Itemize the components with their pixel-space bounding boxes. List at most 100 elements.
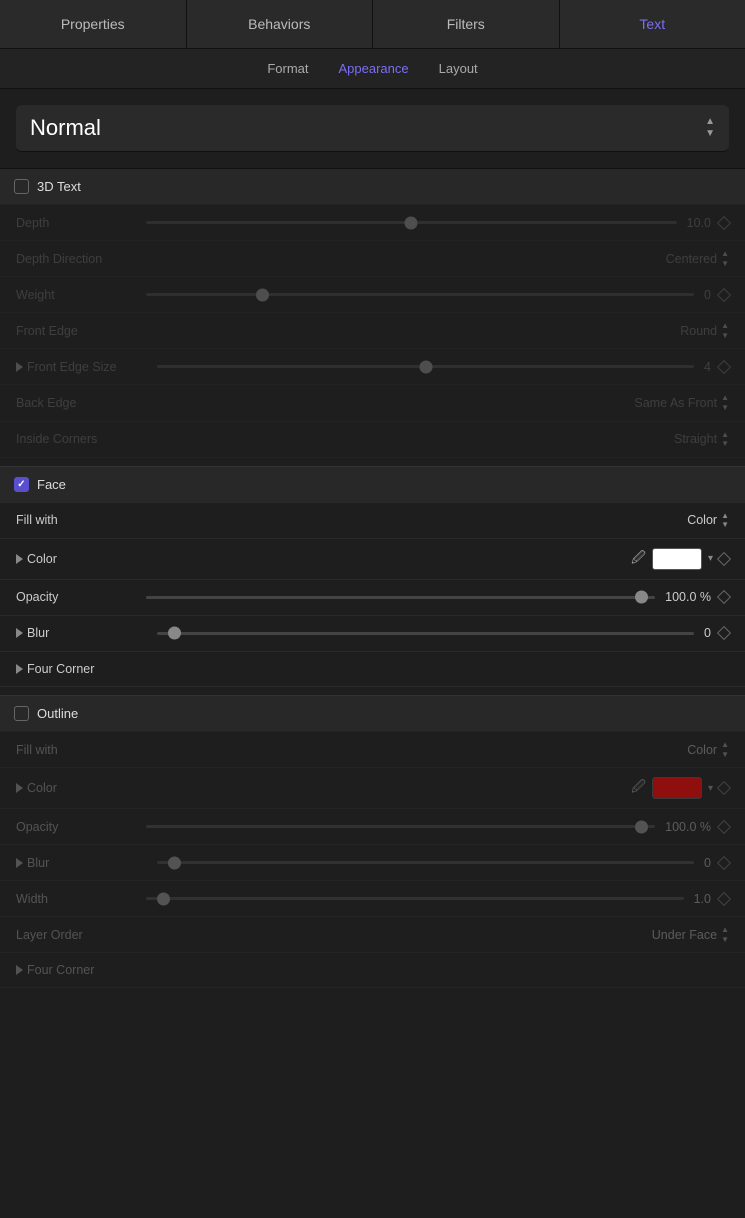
section-3d-text-props: Depth 10.0 Depth Direction Centered ▲▼ W…	[0, 204, 745, 458]
weight-slider[interactable]	[146, 293, 694, 296]
outline-blur-keyframe[interactable]	[717, 856, 731, 870]
prop-depth-label: Depth	[16, 216, 136, 230]
section-outline-props: Fill with Color ▲▼ Color 🖉 ▾ Opacity 100…	[0, 731, 745, 988]
face-color-dropper-icon[interactable]: 🖉	[631, 547, 646, 571]
depth-thumb	[405, 216, 418, 229]
prop-outline-width-label: Width	[16, 892, 136, 906]
prop-outline-lo-value: Under Face ▲▼	[652, 925, 729, 944]
style-dropdown-value: Normal	[30, 115, 101, 141]
prop-face-color-label: Color	[27, 552, 147, 566]
outline-color-dropper-icon[interactable]: 🖉	[631, 776, 646, 800]
depth-keyframe[interactable]	[717, 215, 731, 229]
dd-stepper[interactable]: ▲▼	[721, 249, 729, 268]
tab-filters[interactable]: Filters	[373, 0, 560, 48]
weight-thumb	[256, 288, 269, 301]
checkbox-3d-text[interactable]	[14, 179, 29, 194]
style-dropdown[interactable]: Normal ▲ ▼	[16, 105, 729, 152]
ic-stepper[interactable]: ▲▼	[721, 430, 729, 449]
face-opacity-keyframe[interactable]	[717, 590, 731, 604]
expand-icon-outline-blur	[16, 858, 23, 868]
prop-face-opacity-label: Opacity	[16, 590, 136, 604]
face-fill-stepper[interactable]: ▲▼	[721, 511, 729, 530]
prop-outline-color: Color 🖉 ▾	[0, 767, 745, 808]
outline-color-chevron-icon[interactable]: ▾	[708, 783, 713, 794]
prop-front-edge-size: Front Edge Size 4	[0, 348, 745, 384]
face-opacity-thumb	[635, 591, 648, 604]
prop-outline-opacity-label: Opacity	[16, 820, 136, 834]
expand-icon-face-blur	[16, 628, 23, 638]
tab-behaviors[interactable]: Behaviors	[187, 0, 374, 48]
section-face-props: Fill with Color ▲▼ Color 🖉 ▾ Opacity 100…	[0, 502, 745, 687]
prop-weight: Weight 0	[0, 276, 745, 312]
outline-width-slider[interactable]	[146, 897, 684, 900]
tab-properties[interactable]: Properties	[0, 0, 187, 48]
checkbox-outline[interactable]	[14, 706, 29, 721]
prop-face-opacity: Opacity 100.0 %	[0, 579, 745, 615]
expand-icon-face-four-corner	[16, 664, 23, 674]
prop-face-blur-value: 0	[704, 626, 711, 640]
prop-outline-blur: Blur 0	[0, 844, 745, 880]
outline-color-keyframe[interactable]	[717, 781, 731, 795]
prop-weight-value: 0	[704, 288, 711, 302]
prop-outline-opacity-value: 100.0 %	[665, 820, 711, 834]
checkbox-face[interactable]	[14, 477, 29, 492]
fes-keyframe[interactable]	[717, 360, 731, 374]
weight-keyframe[interactable]	[717, 288, 731, 302]
lo-stepper[interactable]: ▲▼	[721, 925, 729, 944]
prop-fes-label: Front Edge Size	[27, 360, 147, 374]
prop-fes-value: 4	[704, 360, 711, 374]
section-3d-text-header[interactable]: 3D Text	[0, 168, 745, 204]
be-stepper[interactable]: ▲▼	[721, 393, 729, 412]
prop-front-edge: Front Edge Round ▲▼	[0, 312, 745, 348]
outline-opacity-slider[interactable]	[146, 825, 655, 828]
prop-face-four-corner[interactable]: Four Corner	[0, 651, 745, 687]
prop-outline-four-corner[interactable]: Four Corner	[0, 952, 745, 988]
prop-depth-direction: Depth Direction Centered ▲▼	[0, 240, 745, 276]
expand-icon-face-color	[16, 554, 23, 564]
outline-opacity-thumb	[635, 820, 648, 833]
top-tab-bar: Properties Behaviors Filters Text	[0, 0, 745, 49]
prop-face-fc-label: Four Corner	[27, 662, 147, 676]
face-blur-keyframe[interactable]	[717, 626, 731, 640]
prop-outline-color-label: Color	[27, 781, 147, 795]
stepper-up-icon: ▲	[705, 117, 715, 127]
sub-tab-appearance[interactable]: Appearance	[339, 61, 409, 76]
section-face-header[interactable]: Face	[0, 466, 745, 502]
outline-opacity-keyframe[interactable]	[717, 820, 731, 834]
prop-outline-opacity: Opacity 100.0 %	[0, 808, 745, 844]
prop-weight-label: Weight	[16, 288, 136, 302]
section-face-title: Face	[37, 477, 66, 492]
prop-outline-width-value: 1.0	[694, 892, 711, 906]
outline-fill-stepper[interactable]: ▲▼	[721, 740, 729, 759]
outline-blur-thumb	[168, 856, 181, 869]
prop-be-label: Back Edge	[16, 396, 136, 410]
outline-color-swatch[interactable]	[652, 777, 702, 799]
sub-tab-layout[interactable]: Layout	[439, 61, 478, 76]
prop-inside-corners: Inside Corners Straight ▲▼	[0, 421, 745, 458]
face-blur-slider[interactable]	[157, 632, 694, 635]
sub-tab-format[interactable]: Format	[267, 61, 308, 76]
prop-outline-lo-label: Layer Order	[16, 928, 136, 942]
style-stepper[interactable]: ▲ ▼	[705, 117, 715, 139]
face-blur-thumb	[168, 627, 181, 640]
face-color-swatch[interactable]	[652, 548, 702, 570]
prop-fe-label: Front Edge	[16, 324, 136, 338]
prop-depth: Depth 10.0	[0, 204, 745, 240]
prop-dd-value: Centered ▲▼	[666, 249, 729, 268]
prop-outline-layer-order: Layer Order Under Face ▲▼	[0, 916, 745, 952]
section-outline-header[interactable]: Outline	[0, 695, 745, 731]
fes-slider[interactable]	[157, 365, 694, 368]
prop-face-opacity-value: 100.0 %	[665, 590, 711, 604]
tab-text[interactable]: Text	[560, 0, 745, 48]
prop-face-color: Color 🖉 ▾	[0, 538, 745, 579]
depth-slider[interactable]	[146, 221, 677, 224]
section-3d-text-title: 3D Text	[37, 179, 81, 194]
face-opacity-slider[interactable]	[146, 596, 655, 599]
outline-blur-slider[interactable]	[157, 861, 694, 864]
face-color-keyframe[interactable]	[717, 552, 731, 566]
fe-stepper[interactable]: ▲▼	[721, 321, 729, 340]
expand-icon-outline-four-corner	[16, 965, 23, 975]
outline-width-keyframe[interactable]	[717, 892, 731, 906]
prop-ic-value: Straight ▲▼	[674, 430, 729, 449]
face-color-chevron-icon[interactable]: ▾	[708, 553, 713, 564]
